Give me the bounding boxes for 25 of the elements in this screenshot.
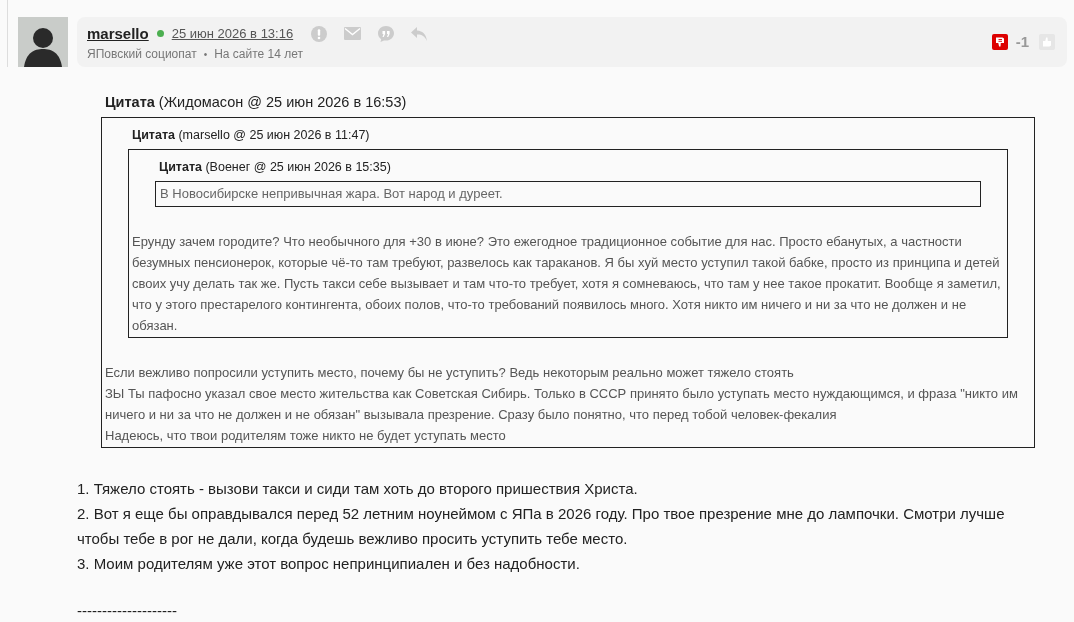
username-link[interactable]: marsello	[87, 24, 149, 43]
quote-text: В Новосибирске непривычная жара. Вот народ и дуреет.	[160, 185, 504, 203]
quote-text: Надеюсь, что твои родителям тоже никто не будет уступать место	[105, 427, 507, 445]
quote-text: Если вежливо попросили уступить место, почему бы не уступить? Ведь некоторым реально может тяжело стоять	[105, 364, 795, 382]
membership-duration: На сайте 14 лет	[214, 46, 304, 62]
quote-header: Цитата (Жидомасон @ 25 июн 2026 в 16:53)	[104, 93, 408, 112]
quote-header: Цитата (Военег @ 25 июн 2026 в 15:35)	[158, 159, 392, 176]
post-date-link[interactable]: 25 июн 2026 в 13:16	[171, 25, 294, 42]
post-text: 2. Вот я еще бы оправдывался перед 52 летним ноунеймом с ЯПа в 2026 году. Про твое презрение мне до лампочки. Смотри лучше чтобы тебе в рог не дали, когда будешь вежливо просить уступить тебе место.	[77, 504, 1006, 549]
bullet-separator: •	[203, 47, 208, 62]
thumbs-down-icon[interactable]	[991, 34, 1008, 50]
user-rank: ЯПовский социопат	[87, 46, 197, 62]
signature-rule: --------------------	[77, 602, 177, 619]
quote-header: Цитата (marsello @ 25 июн 2026 в 11:47)	[131, 127, 371, 144]
quote-text: Ерунду зачем городите? Что необычного для +30 в июне? Это ежегодное традиционное событие для нас. Просто ебанутых, а частности безумных пенсионерок, которые чё-то там требуют, развелось как тараканов. Я бы хуй место уступил такой бабке, просто из принципа и детей своих учу делать так же. Пусть такси себе вызывает и там что-то требует, хотя я сомневаюсь, что там у нее такое прокатит. Вообще я заметил, что у этого престарелого контингента, обоих полов, что-то требований появилось много. Хотя никто им ничего и ни за что не должен и не обязан.	[132, 233, 1002, 335]
avatar-silhouette-icon	[18, 17, 68, 67]
post-text: 1. Тяжело стоять - вызови такси и сиди там хоть до второго пришествия Христа.	[77, 479, 639, 499]
post-text: 3. Моим родителям уже этот вопрос непринципиален и без надобности.	[77, 554, 581, 574]
thumbs-up-icon[interactable]	[1039, 34, 1055, 50]
quote-icon[interactable]	[378, 25, 395, 42]
exclamation-icon[interactable]	[311, 25, 328, 42]
reply-icon[interactable]	[411, 26, 428, 41]
rating-score: -1	[1015, 33, 1029, 51]
envelope-icon[interactable]	[344, 27, 362, 40]
quote-text: ЗЫ Ты пафосно указал свое место жительства как Советская Сибирь. Только в СССР принято было уступать место нуждающимся, и фраза "никто им ничего и ни за что не должен и не обязан" вызывала презрение. Сразу было понятно, что перед тобой человек-фекалия	[105, 385, 1019, 424]
